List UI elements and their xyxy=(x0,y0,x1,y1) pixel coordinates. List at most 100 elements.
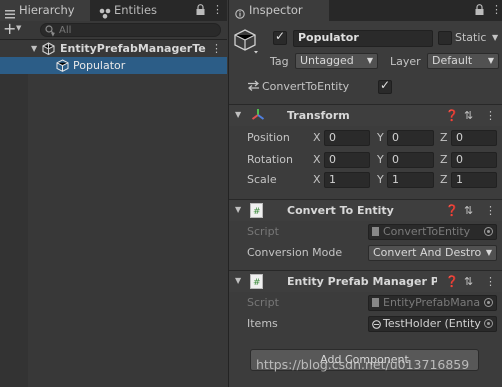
tab-hierarchy[interactable]: Hierarchy xyxy=(0,0,90,21)
expand-arrow-icon[interactable]: ▼ xyxy=(31,40,37,57)
transform-title: Transform xyxy=(287,109,350,122)
conversion-mode-dropdown[interactable]: Convert And Destro ▼ xyxy=(368,245,497,261)
chevron-down-icon: ▼ xyxy=(485,248,492,257)
static-label: Static xyxy=(455,31,487,44)
script-label: Script xyxy=(247,225,279,238)
convert-to-entity-label: ConvertToEntity xyxy=(262,80,350,93)
items-value: TestHolder (Entity xyxy=(383,317,481,330)
tag-label: Tag xyxy=(270,55,289,68)
tree-row-scene[interactable]: ▼ EntityPrefabManagerTe ⋮ xyxy=(0,40,227,57)
script-object-field: ConvertToEntity xyxy=(368,224,497,240)
position-x-input[interactable]: 0 xyxy=(324,130,370,146)
help-icon[interactable]: ❓ xyxy=(445,275,459,288)
rotation-x-input[interactable]: 0 xyxy=(324,152,370,168)
component-menu-icon[interactable]: ⋮ xyxy=(485,109,496,122)
layer-label: Layer xyxy=(390,55,421,68)
foldout-arrow-icon[interactable]: ▼ xyxy=(235,205,241,214)
rotation-y-input[interactable]: 0 xyxy=(387,152,434,168)
static-checkbox[interactable] xyxy=(438,31,452,45)
object-name-input[interactable]: Populator xyxy=(293,30,433,47)
script-icon: # xyxy=(250,274,263,292)
more-menu-icon[interactable]: ⋮ xyxy=(491,3,502,16)
foldout-arrow-icon[interactable]: ▼ xyxy=(235,110,241,119)
position-z-input[interactable]: 0 xyxy=(451,130,497,146)
hierarchy-search-input[interactable]: ▼ All xyxy=(40,23,221,38)
active-checkbox[interactable]: ✓ xyxy=(273,29,287,45)
position-y-input[interactable]: 0 xyxy=(387,130,434,146)
x-axis-label[interactable]: X xyxy=(313,173,321,186)
x-axis-label[interactable]: X xyxy=(313,131,321,144)
script-icon: # xyxy=(250,203,263,221)
y-axis-label[interactable]: Y xyxy=(377,153,384,166)
cube-icon xyxy=(56,59,69,77)
hierarchy-panel: Hierarchy Entities ⋮ + ▼ ▼ All ▼ EntityP… xyxy=(0,0,227,387)
x-axis-label[interactable]: X xyxy=(313,153,321,166)
hierarchy-gutter xyxy=(0,60,28,387)
tab-inspector-label: Inspector xyxy=(249,3,303,17)
tree-item-label: Populator xyxy=(73,59,126,72)
lock-icon[interactable] xyxy=(475,4,484,15)
convert-to-entity-title: Convert To Entity xyxy=(287,204,394,217)
scale-y-input[interactable]: 1 xyxy=(387,172,434,188)
convert-to-entity-header[interactable]: ▼ # Convert To Entity ❓ ⇅ ⋮ xyxy=(229,199,502,221)
svg-text:#: # xyxy=(253,207,261,217)
items-object-field[interactable]: TestHolder (Entity xyxy=(368,316,497,332)
script-row: Script EntityPrefabMana xyxy=(229,293,502,313)
y-axis-label[interactable]: Y xyxy=(377,131,384,144)
script-row: Script ConvertToEntity xyxy=(229,222,502,242)
tag-dropdown[interactable]: Untagged ▼ xyxy=(295,53,378,69)
component-menu-icon[interactable]: ⋮ xyxy=(485,204,496,217)
z-axis-label[interactable]: Z xyxy=(440,173,448,186)
component-menu-icon[interactable]: ⋮ xyxy=(485,275,496,288)
watermark-text: https://blog.csdn.net/u013716859 xyxy=(256,357,470,372)
convert-arrows-icon xyxy=(247,80,260,94)
presets-icon[interactable]: ⇅ xyxy=(464,275,473,288)
tree-row-populator[interactable]: Populator xyxy=(0,57,227,74)
z-axis-label[interactable]: Z xyxy=(440,131,448,144)
tree-item-label: EntityPrefabManagerTe xyxy=(60,42,206,55)
script-value: ConvertToEntity xyxy=(383,225,471,238)
rotation-z-input[interactable]: 0 xyxy=(451,152,497,168)
lock-icon[interactable] xyxy=(196,4,205,15)
tab-hierarchy-label: Hierarchy xyxy=(19,3,75,17)
entity-prefab-manager-header[interactable]: ▼ # Entity Prefab Manager Pr ❓ ⇅ ⋮ xyxy=(229,270,502,292)
help-icon[interactable]: ❓ xyxy=(445,109,459,122)
search-placeholder: All xyxy=(59,25,72,36)
layer-dropdown[interactable]: Default ▼ xyxy=(427,53,499,69)
add-dropdown-caret-icon[interactable]: ▼ xyxy=(16,24,21,32)
prefab-holder-icon xyxy=(372,319,381,331)
help-icon[interactable]: ❓ xyxy=(445,204,459,217)
tab-inspector[interactable]: Inspector xyxy=(229,0,329,21)
layer-value: Default xyxy=(432,54,473,67)
row-menu-icon[interactable]: ⋮ xyxy=(211,40,222,57)
z-axis-label[interactable]: Z xyxy=(440,153,448,166)
object-picker-icon[interactable] xyxy=(484,319,493,328)
checkmark-icon: ✓ xyxy=(380,78,391,92)
scale-x-input[interactable]: 1 xyxy=(324,172,370,188)
checkmark-icon: ✓ xyxy=(275,29,286,43)
tab-entities[interactable]: Entities xyxy=(95,0,195,21)
y-axis-label[interactable]: Y xyxy=(377,173,384,186)
position-row: Position X 0 Y 0 Z 0 xyxy=(229,128,502,148)
script-value: EntityPrefabMana xyxy=(383,296,481,309)
chevron-down-icon: ▼ xyxy=(366,56,373,65)
script-object-field: EntityPrefabMana xyxy=(368,295,497,311)
conversion-mode-row: Conversion Mode Convert And Destro ▼ xyxy=(229,243,502,263)
presets-icon[interactable]: ⇅ xyxy=(464,204,473,217)
tag-value: Untagged xyxy=(300,54,354,67)
convert-to-entity-checkbox[interactable]: ✓ xyxy=(378,78,392,94)
more-menu-icon[interactable]: ⋮ xyxy=(212,3,223,16)
transform-axes-icon xyxy=(251,108,265,125)
static-dropdown-caret-icon[interactable]: ▼ xyxy=(492,33,498,42)
transform-header[interactable]: ▼ Transform ❓ ⇅ ⋮ xyxy=(229,104,502,126)
script-file-icon xyxy=(372,298,379,307)
object-picker-icon[interactable] xyxy=(484,298,493,307)
conversion-mode-value: Convert And Destro xyxy=(373,246,482,259)
presets-icon[interactable]: ⇅ xyxy=(464,109,473,122)
object-picker-icon[interactable] xyxy=(484,227,493,236)
scale-z-input[interactable]: 1 xyxy=(451,172,497,188)
foldout-arrow-icon[interactable]: ▼ xyxy=(235,276,241,285)
add-button[interactable]: + xyxy=(3,19,16,38)
scale-row: Scale X 1 Y 1 Z 1 xyxy=(229,170,502,190)
gameobject-cube-icon xyxy=(234,28,258,57)
